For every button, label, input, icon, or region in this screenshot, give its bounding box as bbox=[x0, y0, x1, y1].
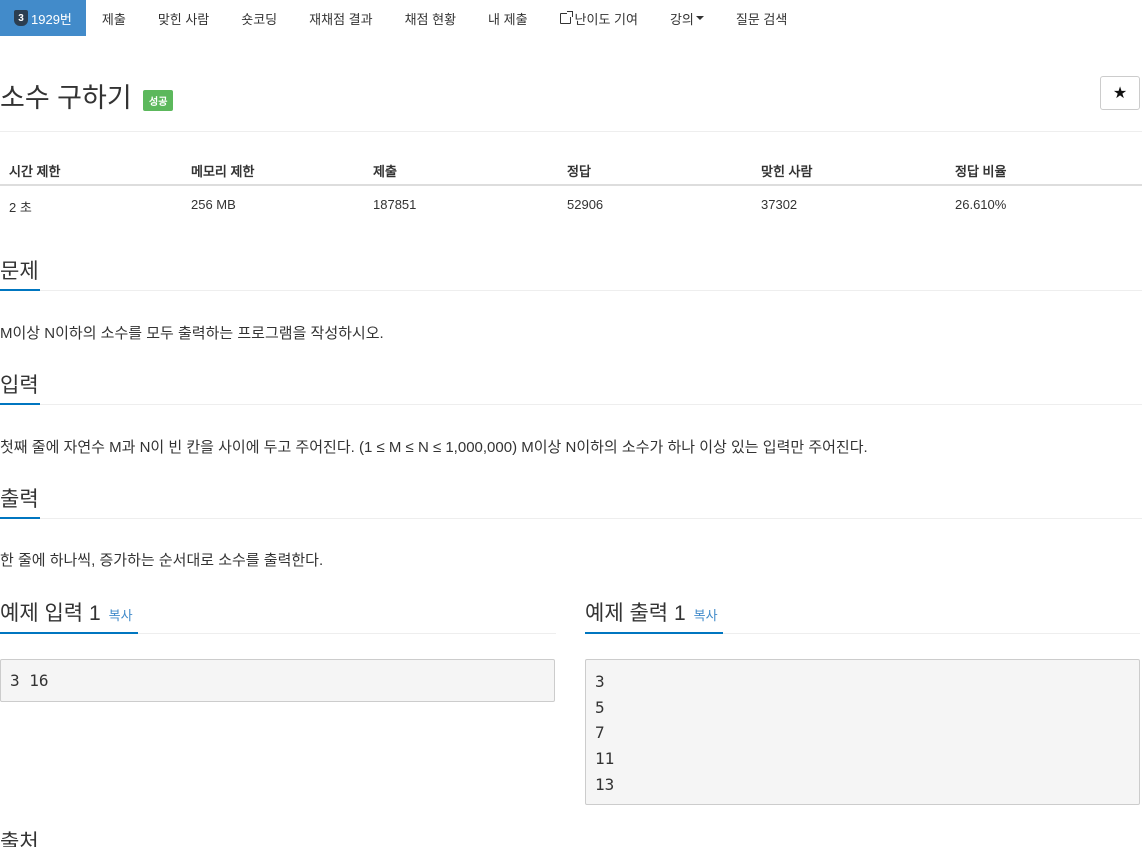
tab-rejudge-results[interactable]: 재채점 결과 bbox=[293, 0, 388, 36]
sample-output-box[interactable]: 3 5 7 11 13 bbox=[585, 659, 1140, 805]
sample-input-box[interactable]: 3 16 bbox=[0, 659, 555, 702]
page-title: 소수 구하기 bbox=[0, 83, 132, 113]
problem-info-table: 시간 제한 메모리 제한 제출 정답 맞힌 사람 정답 비율 2 초 256 M… bbox=[0, 152, 1142, 215]
sample-output-line: 5 bbox=[595, 697, 605, 717]
sample-output-line: 3 bbox=[595, 672, 605, 691]
tab-rejudge-results-label: 재채점 결과 bbox=[309, 11, 373, 27]
tab-solved-users-label: 맞힌 사람 bbox=[157, 11, 210, 27]
status-badge: 성공 bbox=[143, 90, 174, 111]
problem-menu: 3 1929번 제출 맞힌 사람 숏코딩 재채점 결과 채점 현황 내 제출 난… bbox=[0, 0, 1142, 36]
input-divider bbox=[0, 404, 1142, 405]
tab-submit-label: 제출 bbox=[101, 11, 126, 27]
table-row: 2 초 256 MB 187851 52906 37302 26.610% bbox=[0, 152, 1142, 222]
tab-difficulty-contribution-label: 난이도 기여 bbox=[574, 11, 638, 27]
sample-output-heading-underline bbox=[585, 632, 723, 634]
source-heading: 출처 bbox=[0, 831, 39, 847]
problem-heading-underline bbox=[0, 289, 40, 291]
value-time-limit: 2 초 bbox=[9, 200, 32, 215]
caret-down-icon bbox=[695, 16, 704, 20]
tab-judge-status-label: 채점 현황 bbox=[404, 11, 457, 27]
tab-short-coding-label: 숏코딩 bbox=[241, 11, 278, 27]
input-description: 첫째 줄에 자연수 M과 N이 빈 칸을 사이에 두고 주어진다. (1 ≤ M… bbox=[0, 439, 868, 456]
tab-short-coding[interactable]: 숏코딩 bbox=[225, 0, 293, 36]
tab-judge-status[interactable]: 채점 현황 bbox=[389, 0, 472, 36]
tier-icon: 3 bbox=[14, 10, 28, 26]
sample-output-line: 11 bbox=[595, 749, 615, 769]
tab-lectures-label: 강의 bbox=[669, 11, 694, 27]
title-row: 소수 구하기 성공 ★ bbox=[0, 76, 1142, 116]
output-description: 한 줄에 하나씩, 증가하는 순서대로 소수를 출력한다. bbox=[0, 552, 324, 569]
title-divider bbox=[0, 131, 1142, 132]
input-section: 입력 첫째 줄에 자연수 M과 N이 빈 칸을 사이에 두고 주어진다. (1 … bbox=[0, 369, 1142, 459]
output-heading-underline bbox=[0, 517, 40, 519]
tab-question-search-label: 질문 검색 bbox=[735, 11, 788, 27]
tab-my-submissions[interactable]: 내 제출 bbox=[472, 0, 544, 36]
tab-problem-label: 1929번 bbox=[31, 11, 72, 27]
favorite-star-button[interactable]: ★ bbox=[1100, 76, 1140, 110]
output-section: 출력 한 줄에 하나씩, 증가하는 순서대로 소수를 출력한다. bbox=[0, 483, 1142, 573]
tab-submit[interactable]: 제출 bbox=[86, 0, 142, 36]
sample-input-heading-underline bbox=[0, 632, 138, 634]
output-divider bbox=[0, 518, 1142, 519]
problem-description: M이상 N이하의 소수를 모두 출력하는 프로그램을 작성하시오. bbox=[0, 325, 384, 342]
input-heading-underline bbox=[0, 403, 40, 405]
tab-question-search[interactable]: 질문 검색 bbox=[720, 0, 803, 36]
sample-output-heading: 예제 출력 1 bbox=[585, 602, 686, 625]
sample-input-copy-link[interactable]: 복사 bbox=[109, 608, 133, 623]
sample-output-copy-link[interactable]: 복사 bbox=[694, 608, 718, 623]
source-section: 출처 bbox=[0, 826, 1142, 847]
value-submissions: 187851 bbox=[373, 197, 417, 212]
sample-output-line: 7 bbox=[595, 723, 605, 743]
problem-heading: 문제 bbox=[0, 260, 39, 283]
tab-lectures-dropdown[interactable]: 강의 bbox=[654, 0, 720, 36]
sample-output-line: 13 bbox=[595, 774, 615, 794]
external-link-icon bbox=[559, 10, 573, 24]
input-heading: 입력 bbox=[0, 374, 39, 397]
tab-solved-users[interactable]: 맞힌 사람 bbox=[142, 0, 225, 36]
tab-problem[interactable]: 3 1929번 bbox=[0, 0, 86, 36]
tab-difficulty-contribution[interactable]: 난이도 기여 bbox=[544, 0, 654, 36]
value-accept-ratio: 26.610% bbox=[955, 197, 1007, 212]
value-solved-users: 37302 bbox=[761, 197, 798, 212]
tab-my-submissions-label: 내 제출 bbox=[488, 11, 528, 27]
problem-section: 문제 M이상 N이하의 소수를 모두 출력하는 프로그램을 작성하시오. bbox=[0, 255, 1142, 345]
value-memory-limit: 256 MB bbox=[191, 197, 236, 212]
star-icon: ★ bbox=[1112, 85, 1128, 102]
problem-divider bbox=[0, 290, 1142, 291]
output-heading: 출력 bbox=[0, 488, 39, 511]
sample-input-heading: 예제 입력 1 bbox=[0, 602, 101, 625]
sample-input-line: 3 16 bbox=[10, 671, 49, 690]
value-accepted: 52906 bbox=[567, 197, 604, 212]
